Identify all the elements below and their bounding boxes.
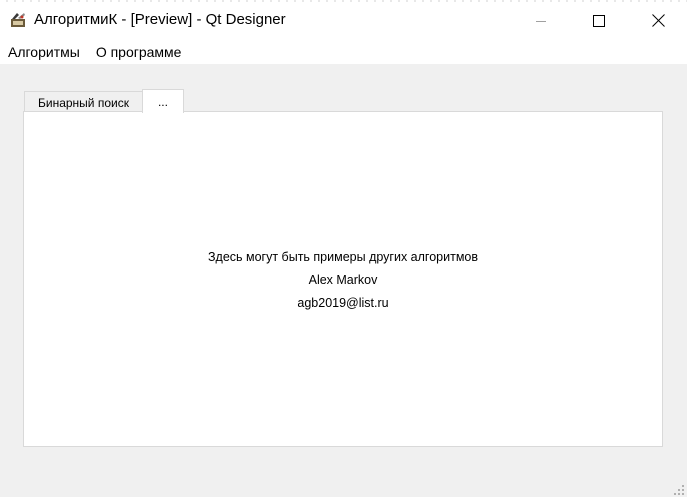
close-button[interactable] bbox=[635, 0, 681, 41]
tab-binary-search[interactable]: Бинарный поиск bbox=[24, 91, 143, 113]
menu-algorithms[interactable]: Алгоритмы bbox=[0, 41, 88, 64]
resize-grip-icon[interactable] bbox=[673, 483, 685, 495]
info-text: Здесь могут быть примеры других алгоритм… bbox=[207, 250, 479, 264]
maximize-icon bbox=[593, 14, 605, 27]
minimize-icon bbox=[536, 20, 546, 22]
minimize-button[interactable] bbox=[518, 0, 564, 41]
menu-about[interactable]: О программе bbox=[88, 41, 190, 64]
window-title: АлгоритмиК - [Preview] - Qt Designer bbox=[34, 11, 286, 28]
close-icon bbox=[651, 14, 665, 27]
main-window: АлгоритмиК - [Preview] - Qt Designer Алг… bbox=[0, 0, 687, 497]
author-name: Alex Markov bbox=[308, 273, 378, 287]
tab-bar: Бинарный поиск ... bbox=[24, 88, 184, 113]
maximize-button[interactable] bbox=[576, 0, 622, 41]
author-email: agb2019@list.ru bbox=[297, 296, 389, 310]
app-icon[interactable] bbox=[9, 11, 27, 29]
title-bar[interactable]: АлгоритмиК - [Preview] - Qt Designer bbox=[0, 0, 687, 41]
menu-bar: Алгоритмы О программе bbox=[0, 41, 687, 64]
tab-panel: Здесь могут быть примеры других алгоритм… bbox=[23, 111, 663, 447]
tab-more[interactable]: ... bbox=[141, 89, 184, 113]
